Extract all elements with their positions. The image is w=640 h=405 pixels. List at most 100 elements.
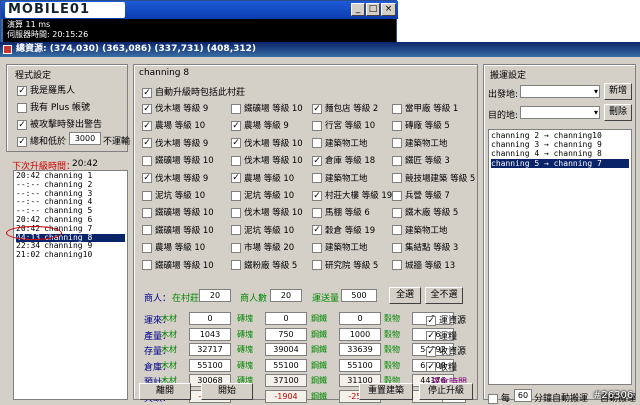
building-checkbox[interactable]: 馬棚 等級 6 — [312, 206, 370, 218]
route-item[interactable]: channing 3 → channing 9 — [491, 140, 629, 149]
from-select[interactable]: ▾ — [520, 85, 600, 98]
delete-route-button[interactable]: 刪除 — [604, 104, 632, 121]
building-checkbox[interactable]: 建築物工地 — [312, 241, 368, 253]
building-label: 磚廠 等級 5 — [405, 121, 450, 132]
building-checkbox[interactable]: ✓ 伐木場 等級 9 — [142, 172, 208, 184]
min-total-checkbox[interactable]: ✓ 總和低於 — [17, 134, 66, 147]
every-label: 每 — [501, 394, 511, 404]
building-checkbox[interactable]: ✓ 村莊大樓 等級 19 — [312, 189, 392, 201]
building-checkbox[interactable]: ✓ 伐木場 等級 9 — [142, 102, 208, 114]
check-icon: ✓ — [142, 103, 152, 114]
building-checkbox[interactable]: ✓ 農場 等級 10 — [231, 172, 294, 184]
building-checkbox[interactable]: 行宮 等級 10 — [312, 119, 375, 131]
building-label: 麵包店 等級 2 — [325, 104, 379, 114]
building-checkbox[interactable]: 鐵礦場 等級 10 — [142, 206, 214, 218]
building-checkbox[interactable]: ✓ 倉庫 等級 18 — [312, 154, 375, 166]
schedule-time: 22:34 — [16, 241, 41, 251]
resource-header: 木材 — [161, 314, 177, 323]
select-all-button[interactable]: 全選 — [389, 287, 421, 304]
route-list[interactable]: channing 2 → channing10 channing 3 → chan… — [488, 129, 632, 385]
upgrade-schedule-list[interactable]: 20:42 channing 1 --:-- channing 2 --:-- chann… — [13, 170, 128, 400]
resource-value: 55100 — [265, 358, 307, 372]
building-checkbox[interactable]: 伐木場 等級 10 — [231, 154, 303, 166]
building-label: 伐木場 等級 9 — [155, 104, 209, 114]
building-label: 建築物工地 — [325, 138, 368, 149]
checkbox-empty-icon — [231, 260, 241, 271]
building-checkbox[interactable]: 競技場建築 等級 5 — [392, 172, 475, 184]
route-item[interactable]: channing 4 → channing 8 — [491, 149, 629, 158]
building-checkbox[interactable]: 鐵木廠 等級 5 — [392, 206, 458, 218]
stop-upgrade-button[interactable]: 停止升級 — [419, 383, 473, 400]
capacity-input[interactable] — [341, 289, 377, 302]
building-checkbox[interactable]: 集結點 等級 3 — [392, 241, 458, 253]
building-checkbox[interactable]: 建築物工地 — [392, 224, 448, 236]
check-icon: ✓ — [231, 120, 241, 131]
select-none-button[interactable]: 全不選 — [425, 287, 463, 304]
building-checkbox[interactable]: 建築物工地 — [392, 137, 448, 149]
in-village-label: 在村莊 — [172, 294, 200, 304]
building-checkbox[interactable]: 伐木場 等級 10 — [231, 206, 303, 218]
building-checkbox[interactable]: 建築物工地 — [312, 137, 368, 149]
merchant-count-input[interactable] — [270, 289, 302, 302]
checkbox-empty-icon — [231, 190, 241, 201]
building-label: 集結點 等級 3 — [405, 243, 459, 254]
to-select[interactable]: ▾ — [520, 106, 600, 119]
check-icon: ✓ — [312, 190, 322, 201]
building-checkbox[interactable]: 磚廠 等級 5 — [392, 119, 450, 131]
building-checkbox[interactable]: 鐵礦場 等級 10 — [231, 102, 303, 114]
building-checkbox[interactable]: 市場 等級 20 — [231, 241, 294, 253]
resource-option-checkbox[interactable]: ✓ 收資源 — [426, 344, 466, 357]
check-icon: ✓ — [231, 138, 241, 149]
building-checkbox[interactable]: 鐵礦場 等級 10 — [142, 154, 214, 166]
auto-upgrade-checkbox[interactable]: ✓ 自動升級時包括此村莊 — [142, 85, 245, 98]
resource-option-checkbox[interactable]: ✓ 收糧 — [426, 360, 457, 373]
start-button[interactable]: 開始 — [201, 383, 253, 400]
minimize-button[interactable]: _ — [351, 3, 365, 16]
route-item[interactable]: channing 5 → channing 7 — [491, 158, 629, 168]
roman-checkbox[interactable]: ✓ 我是羅馬人 — [17, 83, 75, 96]
resource-header: 穀物 — [384, 314, 400, 323]
building-checkbox[interactable]: 泥坑 等級 10 — [231, 189, 294, 201]
building-checkbox[interactable]: 鐵礦場 等級 10 — [142, 259, 214, 271]
building-checkbox[interactable]: 建築物工地 — [312, 172, 368, 184]
building-label: 農場 等級 10 — [155, 243, 206, 254]
reset-building-button[interactable]: 重置建築 — [359, 383, 413, 400]
plus-checkbox[interactable]: 我有 Plus 帳號 — [17, 100, 90, 113]
auto-transport-checkbox[interactable]: 每 — [488, 391, 510, 404]
maximize-button[interactable]: □ — [366, 3, 380, 16]
resource-option-checkbox[interactable]: ✓ 運糧 — [426, 329, 457, 342]
building-checkbox[interactable]: 兵營 等級 7 — [392, 189, 450, 201]
building-checkbox[interactable]: 城牆 等級 13 — [392, 259, 455, 271]
min-total-input[interactable] — [69, 132, 101, 145]
building-checkbox[interactable]: 鐵匠 等級 3 — [392, 154, 450, 166]
building-checkbox[interactable]: ✓ 伐木場 等級 10 — [231, 137, 303, 149]
building-checkbox[interactable]: ✓ 穀倉 等級 19 — [312, 224, 375, 236]
building-checkbox[interactable]: ✓ 伐木場 等級 9 — [142, 137, 208, 149]
add-route-button[interactable]: 新增 — [604, 83, 632, 100]
interval-input[interactable] — [514, 389, 532, 402]
close-button[interactable]: × — [381, 3, 396, 16]
resource-option-checkbox[interactable]: ✓ 運資源 — [426, 313, 466, 326]
attack-warning-checkbox[interactable]: ✓ 被攻擊時發出警告 — [17, 117, 102, 130]
building-label: 當甲廠 等級 1 — [405, 104, 459, 114]
checkbox-empty-icon — [312, 207, 322, 218]
building-label: 兵營 等級 7 — [405, 191, 450, 201]
main-window-titlebar: 總資源: (374,030) (363,086) (337,731) (408,… — [0, 42, 640, 57]
building-checkbox[interactable]: 泥坑 等級 10 — [231, 224, 294, 236]
building-checkbox[interactable]: ✓ 農場 等級 9 — [231, 119, 289, 131]
building-checkbox[interactable]: 泥坑 等級 10 — [142, 189, 205, 201]
resource-value: 55100 — [189, 358, 231, 372]
building-checkbox[interactable]: ✓ 農場 等級 10 — [142, 119, 205, 131]
route-item[interactable]: channing 2 → channing10 — [491, 131, 629, 140]
schedule-item[interactable]: 21:02 channing10 — [16, 250, 125, 260]
building-checkbox[interactable]: 農場 等級 10 — [142, 241, 205, 253]
building-checkbox[interactable]: ✓ 麵包店 等級 2 — [312, 102, 378, 114]
building-checkbox[interactable]: 研究院 等級 5 — [312, 259, 378, 271]
building-checkbox[interactable]: 當甲廠 等級 1 — [392, 102, 458, 114]
checkbox-empty-icon — [392, 120, 402, 131]
building-checkbox[interactable]: 鐵礦場 等級 10 — [142, 224, 214, 236]
leave-button[interactable]: 離開 — [139, 383, 191, 400]
building-checkbox[interactable]: 鐵粉廠 等級 5 — [231, 259, 297, 271]
merchant-in-village-input[interactable] — [199, 289, 231, 302]
checkbox-empty-icon — [142, 260, 152, 271]
